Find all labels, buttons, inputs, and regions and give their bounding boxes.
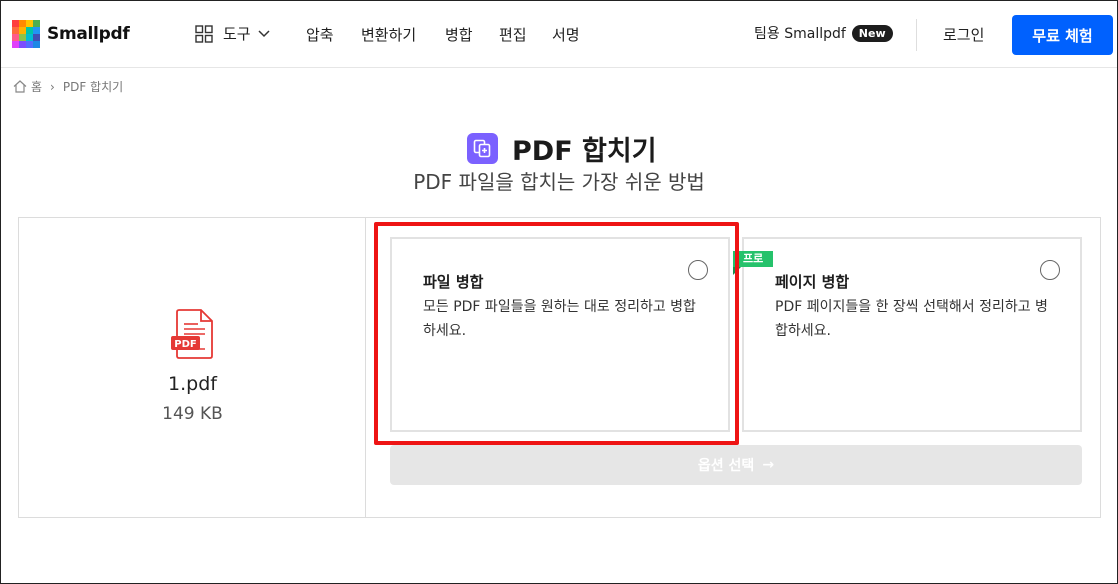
grid-icon — [195, 24, 213, 43]
page-subtitle: PDF 파일을 합치는 가장 쉬운 방법 — [413, 170, 705, 194]
select-option-button[interactable]: 옵션 선택 → — [390, 445, 1082, 485]
free-trial-button[interactable]: 무료 체험 — [1012, 15, 1113, 55]
merge-pages-option[interactable]: 페이지 병합 PDF 페이지들을 한 장씩 선택해서 정리하고 병합하세요. — [742, 237, 1082, 432]
smallpdf-logo[interactable]: Smallpdf — [12, 20, 130, 48]
option-title: 페이지 병합 — [775, 273, 850, 291]
option-description: 모든 PDF 파일들을 원하는 대로 정리하고 병합하세요. — [423, 299, 696, 339]
tools-label: 도구 — [223, 25, 251, 43]
nav-sign[interactable]: 서명 — [552, 24, 580, 45]
merge-tool-icon — [467, 133, 498, 164]
arrow-right-icon: → — [762, 457, 775, 473]
pdf-icon-label: PDF — [174, 339, 196, 350]
select-option-label: 옵션 선택 — [697, 458, 755, 474]
pdf-file-icon: PDF — [171, 309, 215, 363]
nav-compress[interactable]: 압축 — [306, 24, 334, 45]
page-title: PDF 합치기 — [512, 136, 657, 167]
team-smallpdf-link[interactable]: 팀용 Smallpdf New — [754, 23, 893, 43]
breadcrumb-home[interactable]: 홈 — [31, 78, 42, 95]
pro-badge-fold — [733, 267, 741, 275]
top-navigation-bar: Smallpdf 도구 압축 변환하기 병합 편집 서명 팀용 Smallpdf… — [1, 1, 1117, 68]
team-label: 팀용 Smallpdf — [754, 26, 846, 42]
merge-pages-radio[interactable] — [1040, 260, 1060, 280]
nav-edit[interactable]: 편집 — [499, 24, 527, 45]
breadcrumb: 홈 › PDF 합치기 — [13, 78, 123, 95]
file-size: 149 KB — [162, 404, 223, 424]
option-description: PDF 페이지들을 한 장씩 선택해서 정리하고 병합하세요. — [775, 299, 1048, 339]
page-heading: PDF 합치기 — [467, 129, 657, 168]
nav-convert[interactable]: 변환하기 — [361, 24, 416, 45]
merge-files-option[interactable]: 파일 병합 모든 PDF 파일들을 원하는 대로 정리하고 병합하세요. — [390, 237, 730, 432]
logo-text: Smallpdf — [47, 24, 130, 44]
nav-merge[interactable]: 병합 — [445, 24, 473, 45]
merge-files-radio[interactable] — [688, 260, 708, 280]
file-name: 1.pdf — [168, 373, 217, 395]
login-link[interactable]: 로그인 — [943, 24, 984, 45]
header-divider — [916, 19, 917, 51]
option-title: 파일 병합 — [423, 273, 484, 291]
chevron-down-icon — [258, 29, 270, 37]
smallpdf-logo-icon — [12, 20, 40, 48]
home-icon[interactable] — [13, 80, 27, 93]
breadcrumb-separator-icon: › — [50, 79, 55, 94]
new-badge: New — [851, 24, 893, 42]
pro-badge: 프로 — [733, 251, 774, 267]
uploaded-file-panel: PDF 1.pdf 149 KB — [19, 218, 366, 517]
breadcrumb-current: PDF 합치기 — [62, 80, 124, 94]
tools-menu-button[interactable]: 도구 — [195, 23, 281, 44]
